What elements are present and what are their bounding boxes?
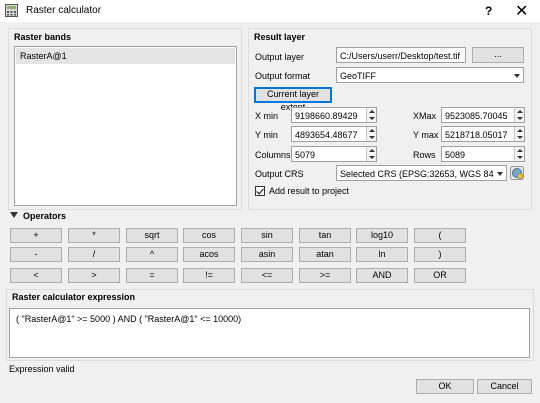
output-layer-input[interactable]: C:/Users/userr/Desktop/test.tif <box>336 47 466 63</box>
expression-textarea[interactable]: ( "RasterA@1" >= 5000 ) AND ( "RasterA@1… <box>9 308 530 358</box>
columns-label: Columns <box>255 150 291 160</box>
help-button[interactable]: ? <box>485 4 492 18</box>
close-button[interactable]: ✕ <box>515 1 528 21</box>
add-result-checkbox[interactable] <box>255 186 265 196</box>
output-format-label: Output format <box>255 71 311 81</box>
qgis-calculator-icon <box>5 4 18 17</box>
operator-button[interactable]: sqrt <box>126 228 178 243</box>
operator-button[interactable]: + <box>10 228 62 243</box>
operator-button[interactable]: tan <box>299 228 351 243</box>
operator-button[interactable]: != <box>183 268 235 283</box>
output-layer-label: Output layer <box>255 52 305 62</box>
globe-crs-icon[interactable] <box>510 166 524 180</box>
spin-arrows-icon[interactable] <box>514 147 524 161</box>
expression-title: Raster calculator expression <box>12 292 136 302</box>
add-result-label: Add result to project <box>269 186 350 196</box>
xmin-spinbox[interactable]: 9198660.89429 <box>291 107 377 123</box>
output-format-select[interactable]: GeoTIFF <box>336 67 524 83</box>
operator-button[interactable]: asin <box>241 247 293 262</box>
result-layer-title: Result layer <box>254 32 306 42</box>
operator-button[interactable]: OR <box>414 268 466 283</box>
operator-button[interactable]: ) <box>414 247 466 262</box>
current-layer-extent-button[interactable]: Current layer extent <box>254 87 332 112</box>
spin-arrows-icon[interactable] <box>366 108 376 122</box>
operator-button[interactable]: * <box>68 228 120 243</box>
operator-button[interactable]: sin <box>241 228 293 243</box>
rows-label: Rows <box>413 150 436 160</box>
xmin-label: X min <box>255 111 279 121</box>
operators-title: Operators <box>23 211 67 221</box>
ymin-spinbox[interactable]: 4893654.48677 <box>291 126 377 142</box>
operator-button[interactable]: >= <box>299 268 351 283</box>
operator-button[interactable]: acos <box>183 247 235 262</box>
expression-text: ( "RasterA@1" >= 5000 ) AND ( "RasterA@1… <box>16 314 242 324</box>
output-crs-label: Output CRS <box>255 169 304 179</box>
chevron-down-icon <box>514 74 520 78</box>
operator-button[interactable]: = <box>126 268 178 283</box>
rows-spinbox[interactable]: 5089 <box>441 146 525 162</box>
ok-button[interactable]: OK <box>416 379 474 394</box>
output-crs-select[interactable]: Selected CRS (EPSG:32653, WGS 84 / UTM <box>336 165 507 181</box>
operator-button[interactable]: - <box>10 247 62 262</box>
raster-calculator-dialog: Raster calculator ? ✕ Raster bands Raste… <box>0 0 540 403</box>
title-bar: Raster calculator ? ✕ <box>0 0 540 22</box>
cancel-button[interactable]: Cancel <box>477 379 532 394</box>
operator-button[interactable]: < <box>10 268 62 283</box>
spin-arrows-icon[interactable] <box>514 127 524 141</box>
operator-button[interactable]: log10 <box>356 228 408 243</box>
operator-button[interactable]: / <box>68 247 120 262</box>
operator-button[interactable]: > <box>68 268 120 283</box>
ymin-label: Y min <box>255 130 278 140</box>
raster-bands-list[interactable]: RasterA@1 <box>14 46 237 206</box>
xmax-label: XMax <box>413 111 437 121</box>
operator-button[interactable]: ( <box>414 228 466 243</box>
operator-button[interactable]: AND <box>356 268 408 283</box>
browse-button[interactable]: ... <box>472 47 524 63</box>
columns-spinbox[interactable]: 5079 <box>291 146 377 162</box>
window-title: Raster calculator <box>26 5 102 16</box>
xmax-spinbox[interactable]: 9523085.70045 <box>441 107 525 123</box>
expression-status: Expression valid <box>9 364 75 374</box>
raster-bands-title: Raster bands <box>14 32 72 42</box>
operator-button[interactable]: cos <box>183 228 235 243</box>
operator-button[interactable]: atan <box>299 247 351 262</box>
ymax-label: Y max <box>413 130 439 140</box>
spin-arrows-icon[interactable] <box>366 127 376 141</box>
ymax-spinbox[interactable]: 5218718.05017 <box>441 126 525 142</box>
operator-button[interactable]: <= <box>241 268 293 283</box>
operator-button[interactable]: ^ <box>126 247 178 262</box>
list-item[interactable]: RasterA@1 <box>16 48 235 64</box>
operator-button[interactable]: ln <box>356 247 408 262</box>
collapse-triangle-icon[interactable] <box>10 212 18 218</box>
chevron-down-icon <box>497 172 503 176</box>
spin-arrows-icon[interactable] <box>366 147 376 161</box>
spin-arrows-icon[interactable] <box>514 108 524 122</box>
